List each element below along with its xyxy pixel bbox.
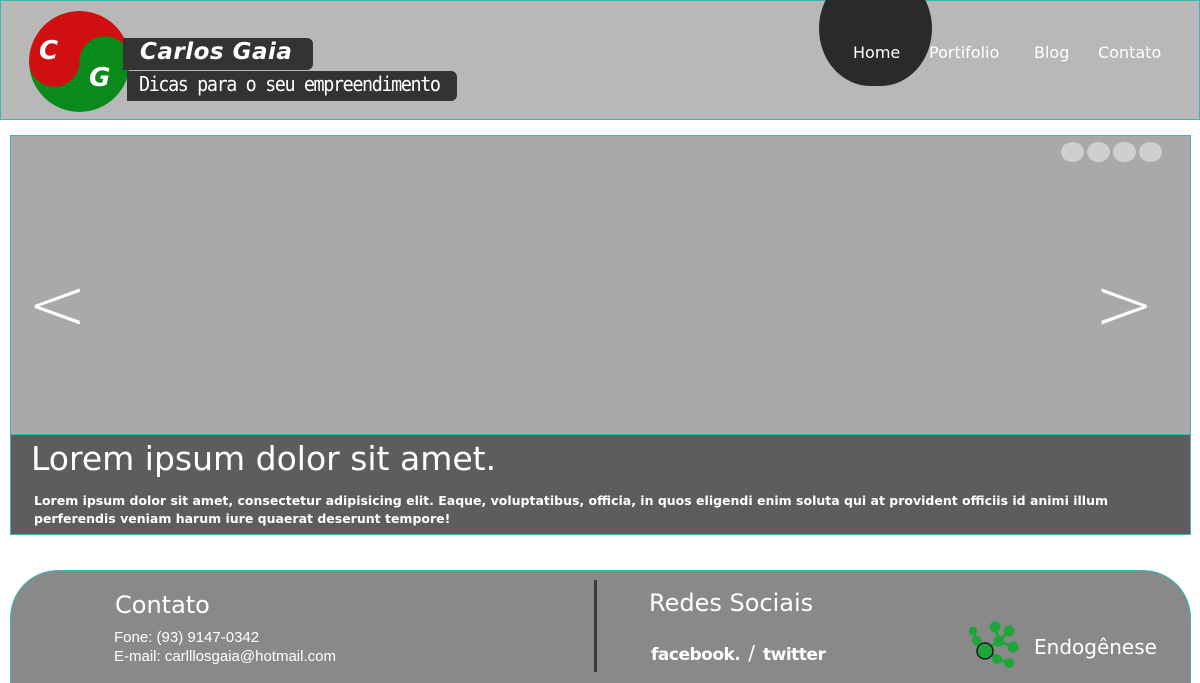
brand-tagline: Dicas para o seu empreendimento — [139, 72, 441, 96]
social-separator: / — [748, 641, 756, 665]
slider-dot[interactable] — [1061, 142, 1084, 162]
slider-dot[interactable] — [1087, 142, 1110, 162]
slider-prev-button[interactable]: < — [27, 268, 87, 340]
twitter-link[interactable]: twitter — [763, 645, 826, 665]
footer-divider — [594, 580, 597, 672]
slider-next-button[interactable]: > — [1094, 268, 1154, 340]
nav-contato[interactable]: Contato — [1098, 43, 1161, 62]
contact-email[interactable]: E-mail: carlllosgaia@hotmail.com — [114, 648, 336, 665]
slider-caption: Lorem ipsum dolor sit amet. Lorem ipsum … — [11, 434, 1190, 534]
endogenese-logo-icon[interactable] — [969, 619, 1021, 669]
image-slider: < > Lorem ipsum dolor sit amet. Lorem ip… — [10, 135, 1191, 535]
slider-dots — [1061, 142, 1162, 162]
contact-title: Contato — [115, 591, 210, 619]
contact-phone: Fone: (93) 9147-0342 — [114, 629, 260, 646]
social-links: facebook. / twitter — [651, 641, 826, 665]
endogenese-name[interactable]: Endogênese — [1034, 635, 1157, 659]
caption-text: Lorem ipsum dolor sit amet, consectetur … — [34, 493, 1108, 526]
main-nav: Home Portifolio Blog Contato — [1, 43, 1200, 63]
slider-dot[interactable] — [1113, 142, 1136, 162]
nav-blog[interactable]: Blog — [1034, 43, 1069, 62]
slider-dot[interactable] — [1139, 142, 1162, 162]
site-footer: Contato Fone: (93) 9147-0342 E-mail: car… — [10, 570, 1191, 683]
logo-letter-g: G — [89, 63, 110, 93]
nav-portifolio[interactable]: Portifolio — [929, 43, 999, 62]
nav-home[interactable]: Home — [853, 43, 900, 62]
facebook-link[interactable]: facebook. — [651, 645, 741, 665]
site-header: C G Carlos Gaia Dicas para o seu empreen… — [0, 0, 1200, 120]
social-title: Redes Sociais — [649, 589, 814, 617]
caption-title: Lorem ipsum dolor sit amet. — [31, 439, 497, 478]
